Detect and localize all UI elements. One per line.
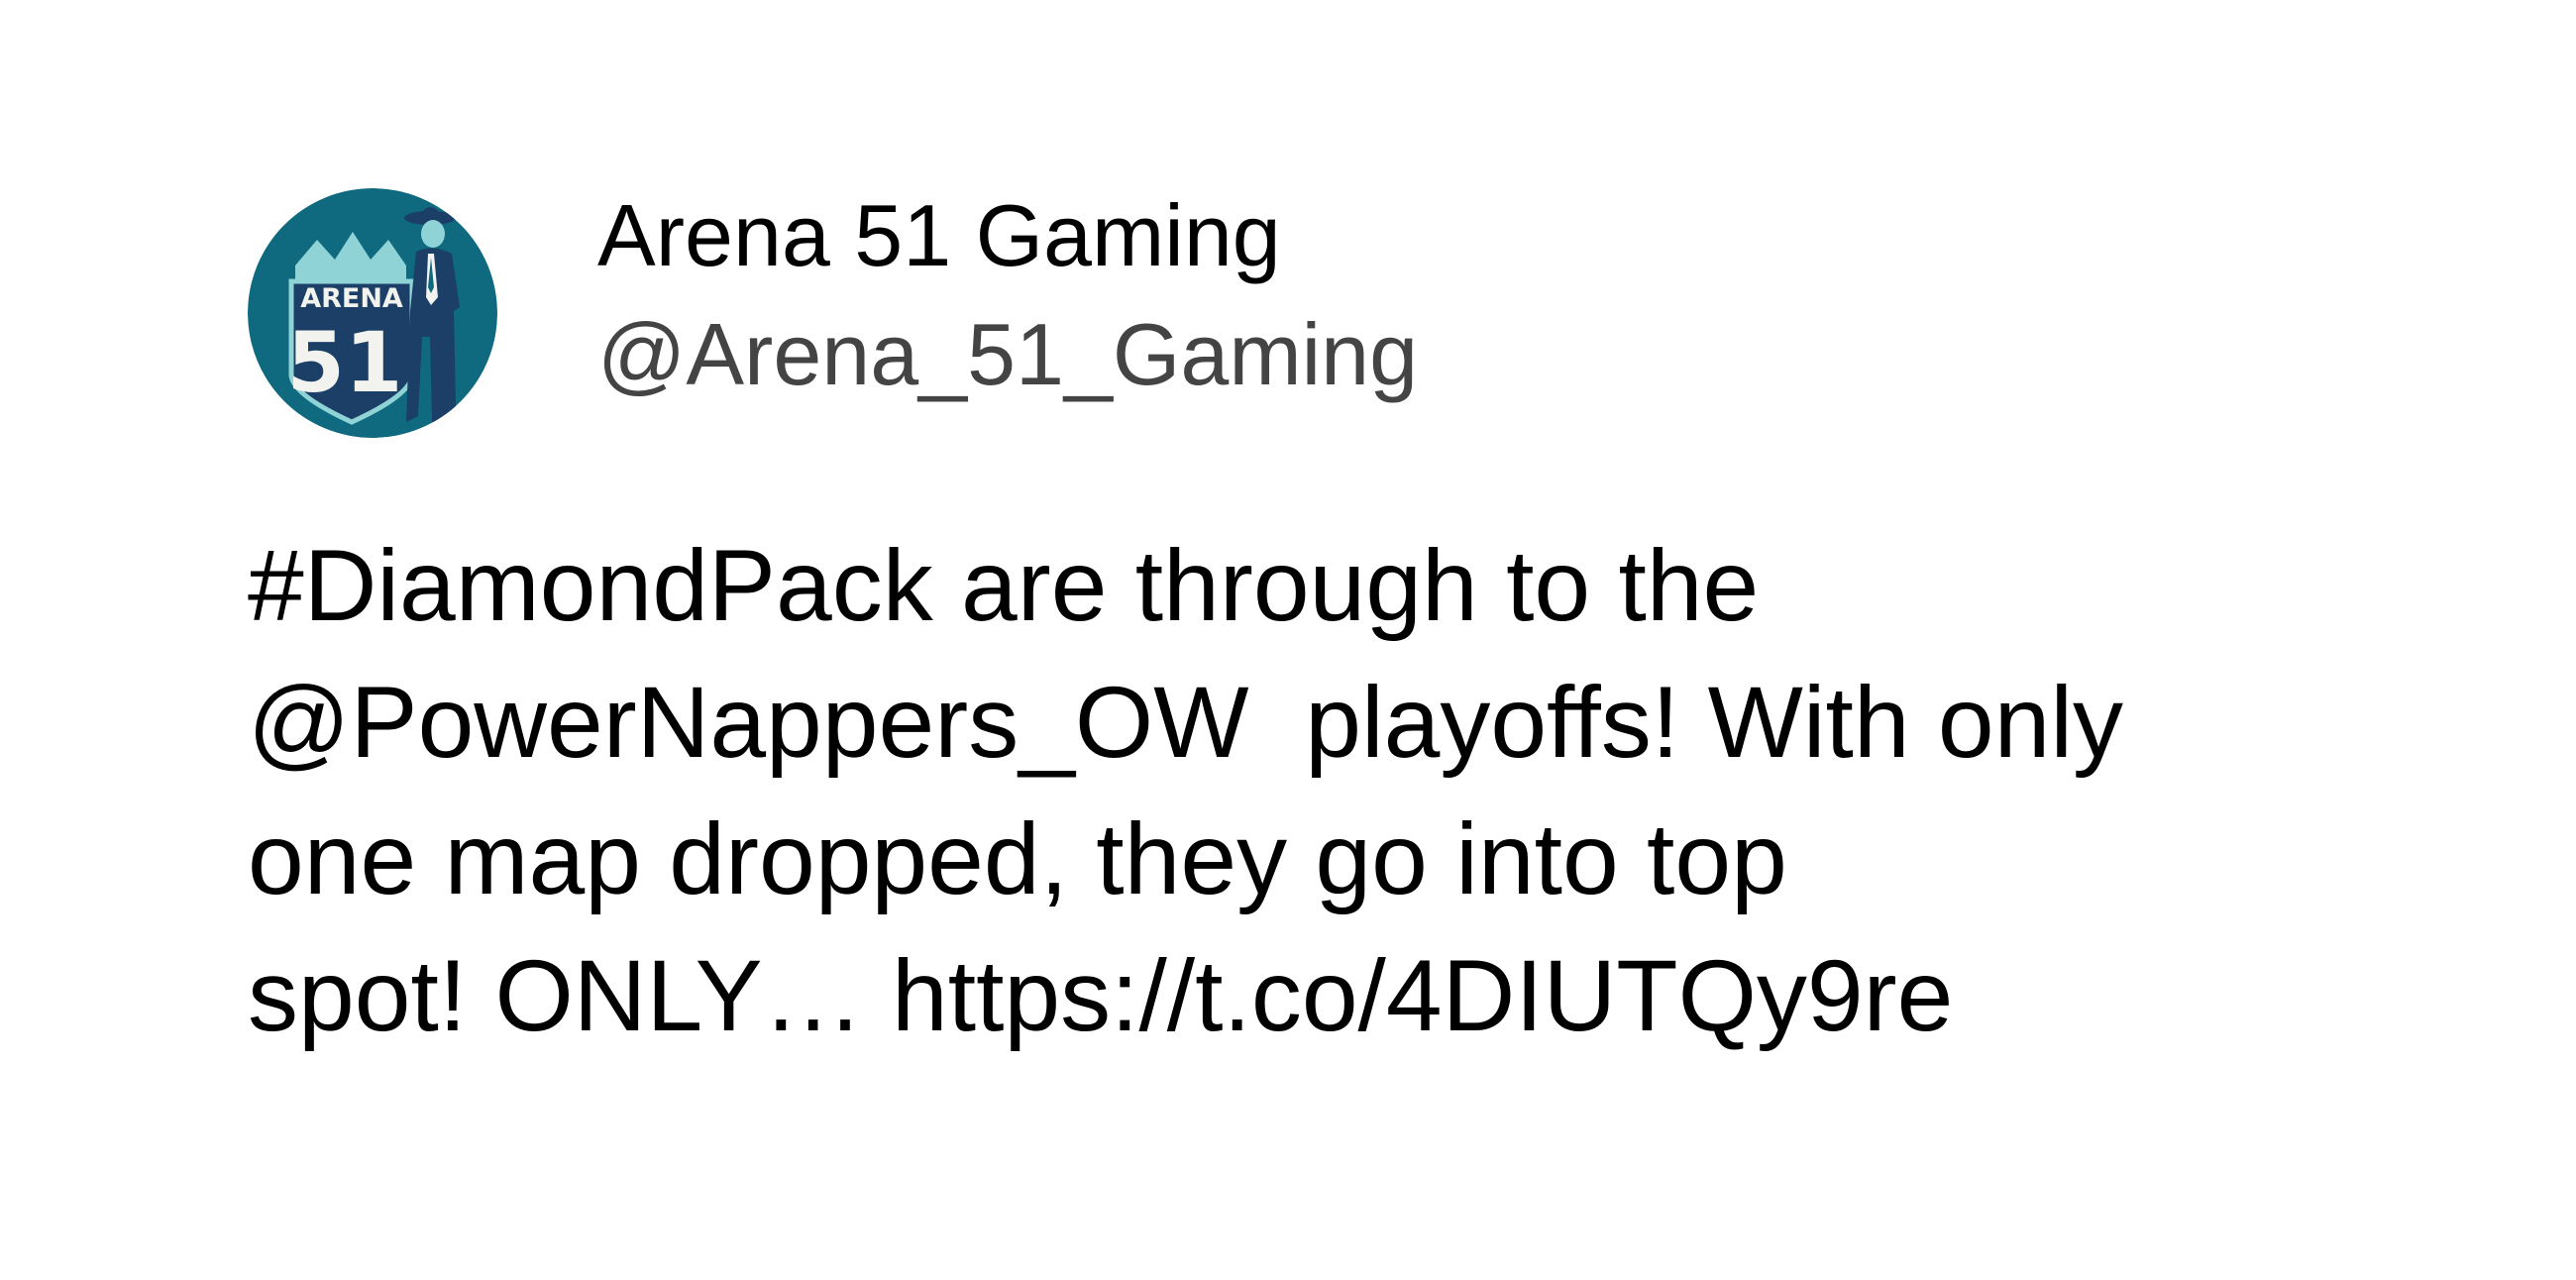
badge-number: 51 <box>287 314 403 411</box>
avatar[interactable]: ARENA 51 <box>248 188 497 438</box>
author-display-name[interactable]: Arena 51 Gaming <box>597 186 1281 285</box>
badge-text: ARENA <box>300 283 403 314</box>
tweet-text: #DiamondPack are through to the @PowerNa… <box>248 517 2477 1064</box>
tweet-card: ARENA 51 Arena 51 Gaming @Arena_51_Gamin… <box>0 0 2576 1280</box>
author-handle[interactable]: @Arena_51_Gaming <box>597 305 1418 404</box>
tweet-text-line: one map dropped, they go into top <box>248 802 1787 915</box>
arena-51-logo-icon: ARENA 51 <box>248 188 497 438</box>
tweet-text-line: spot! ONLY… https://t.co/4DIUTQy9re <box>248 939 1954 1052</box>
tweet-text-line: #DiamondPack are through to the <box>248 529 1760 642</box>
tweet-text-line: @PowerNappers_OW playoffs! With only <box>248 666 2124 779</box>
